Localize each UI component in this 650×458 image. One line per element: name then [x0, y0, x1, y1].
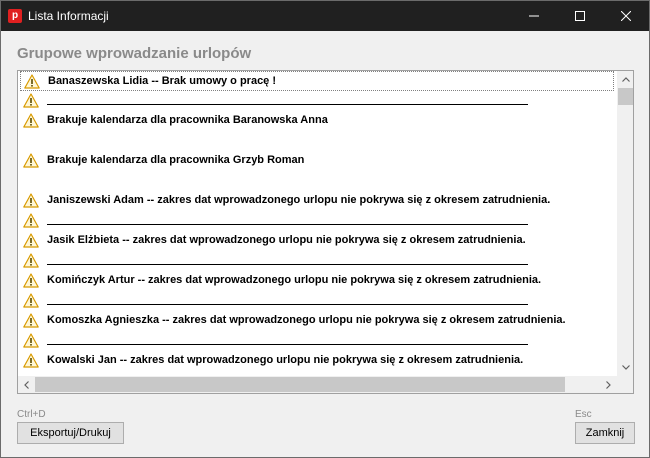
close-window-button[interactable] [603, 1, 649, 31]
message-text: Janiszewski Adam -- zakres dat wprowadzo… [47, 194, 551, 206]
list-item[interactable]: Komińczyk Artur -- zakres dat wprowadzon… [20, 271, 614, 291]
warning-icon [24, 74, 40, 89]
separator-line [47, 304, 528, 305]
horizontal-scroll-thumb[interactable] [35, 377, 565, 392]
message-text: Brakuje kalendarza dla pracownika Grzyb … [47, 154, 305, 166]
warning-icon [23, 233, 39, 248]
scroll-right-button[interactable] [600, 376, 617, 393]
list-item[interactable]: Janiszewski Adam -- zakres dat wprowadzo… [20, 191, 614, 211]
list-item[interactable] [20, 131, 614, 151]
message-list[interactable]: Banaszewska Lidia -- Brak umowy o pracę … [17, 70, 634, 394]
app-icon: p [8, 9, 22, 23]
vertical-scrollbar[interactable] [617, 71, 633, 376]
message-text: Brakuje kalendarza dla pracownika Barano… [47, 114, 328, 126]
horizontal-scrollbar[interactable] [18, 376, 617, 393]
message-text: Banaszewska Lidia -- Brak umowy o pracę … [48, 75, 277, 87]
scrollbar-corner [617, 376, 633, 393]
minimize-icon [529, 15, 539, 17]
title-bar[interactable]: p Lista Informacji [1, 1, 649, 31]
maximize-button[interactable] [557, 1, 603, 31]
scroll-up-button[interactable] [617, 71, 633, 88]
message-text: Komoszka Agnieszka -- zakres dat wprowad… [47, 314, 566, 326]
list-item[interactable]: Brakuje kalendarza dla pracownika Grzyb … [20, 151, 614, 171]
page-title: Grupowe wprowadzanie urlopów [17, 45, 252, 62]
warning-icon [23, 353, 39, 368]
message-text: Kowalski Jan -- zakres dat wprowadzonego… [47, 354, 524, 366]
chevron-down-icon [621, 365, 630, 370]
warning-icon [23, 253, 39, 268]
separator-line [47, 224, 528, 225]
export-print-button[interactable]: Eksportuj/Drukuj [17, 422, 124, 444]
warning-icon [23, 293, 39, 308]
list-item[interactable]: Komoszka Agnieszka -- zakres dat wprowad… [20, 311, 614, 331]
message-list-viewport: Banaszewska Lidia -- Brak umowy o pracę … [18, 71, 616, 376]
dialog-window: p Lista Informacji Grupowe wprowadzanie … [0, 0, 650, 458]
message-text: Komińczyk Artur -- zakres dat wprowadzon… [47, 274, 542, 286]
close-shortcut-hint: Esc [575, 409, 592, 420]
window-title: Lista Informacji [28, 9, 109, 23]
scroll-down-button[interactable] [617, 359, 633, 376]
list-item[interactable] [20, 331, 614, 351]
message-text: Jasik Elżbieta -- zakres dat wprowadzone… [47, 234, 526, 246]
list-item[interactable] [20, 251, 614, 271]
list-item[interactable] [20, 91, 614, 111]
list-item[interactable]: Banaszewska Lidia -- Brak umowy o pracę … [20, 71, 614, 91]
separator-line [47, 264, 528, 265]
chevron-right-icon [606, 380, 611, 389]
warning-icon [23, 153, 39, 168]
separator-line [47, 104, 528, 105]
warning-icon [23, 273, 39, 288]
list-item[interactable] [20, 211, 614, 231]
warning-icon [23, 93, 39, 108]
warning-icon [23, 213, 39, 228]
warning-icon [23, 113, 39, 128]
chevron-left-icon [24, 380, 29, 389]
scroll-left-button[interactable] [18, 376, 35, 393]
warning-icon [23, 333, 39, 348]
maximize-icon [575, 11, 585, 21]
vertical-scroll-thumb[interactable] [618, 88, 633, 105]
list-item[interactable] [20, 291, 614, 311]
warning-icon [23, 193, 39, 208]
minimize-button[interactable] [511, 1, 557, 31]
list-item[interactable]: Brakuje kalendarza dla pracownika Barano… [20, 111, 614, 131]
list-item[interactable]: Jasik Elżbieta -- zakres dat wprowadzone… [20, 231, 614, 251]
warning-icon [23, 313, 39, 328]
close-button[interactable]: Zamknij [575, 422, 635, 444]
chevron-up-icon [621, 77, 630, 82]
export-shortcut-hint: Ctrl+D [17, 409, 46, 420]
separator-line [47, 344, 528, 345]
list-item[interactable]: Kowalski Jan -- zakres dat wprowadzonego… [20, 351, 614, 371]
close-icon [621, 11, 631, 21]
list-item[interactable] [20, 171, 614, 191]
